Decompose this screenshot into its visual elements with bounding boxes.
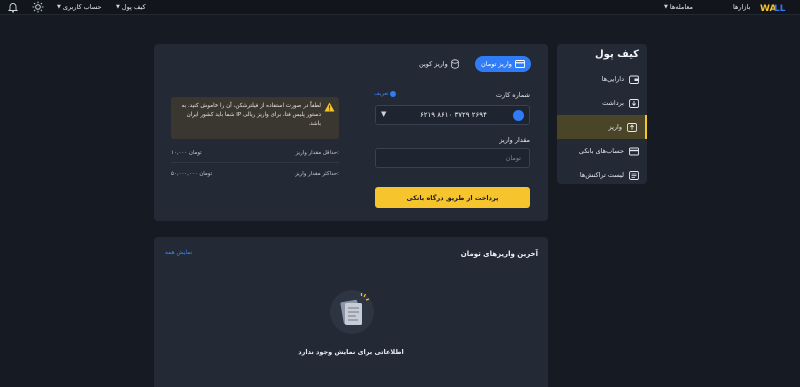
sidebar-item-label: لیست تراکنش‌ها	[579, 171, 624, 179]
vpn-warning-box: لطفاً در صورت استفاده از فیلترشکن، آن را…	[171, 97, 339, 139]
nav-trades-label: معامله‌ها	[669, 3, 693, 11]
amount-input[interactable]: تومان	[375, 148, 530, 168]
card-icon	[515, 60, 525, 68]
chevron-down-icon: ▼	[664, 4, 668, 10]
warning-text: لطفاً در صورت استفاده از فیلترشکن، آن را…	[181, 103, 321, 127]
wallet-icon	[629, 75, 639, 84]
warning-icon	[324, 102, 335, 112]
sidebar-title: کیف پول	[595, 49, 639, 60]
bell-icon[interactable]	[7, 1, 19, 13]
sidebar-item-bank-accounts[interactable]: حساب‌های بانکی	[557, 139, 647, 163]
empty-state-text: اطلاعاتی برای نمایش وجود ندارد	[298, 348, 404, 356]
tab-coin-deposit[interactable]: واریز کوین	[413, 56, 465, 72]
tab-toman-label: واریز تومان	[481, 60, 512, 68]
svg-text:LL: LL	[774, 4, 786, 13]
nav-wallet[interactable]: ▼ کیف پول	[116, 3, 146, 11]
chevron-down-icon: ▼	[116, 4, 120, 10]
bank-gateway-pay-button[interactable]: پرداخت از طریق درگاه بانکی	[375, 187, 530, 208]
tab-toman-deposit[interactable]: واریز تومان	[475, 56, 531, 72]
plus-icon	[390, 91, 397, 97]
list-icon	[629, 170, 639, 180]
sidebar-item-label: حساب‌های بانکی	[578, 147, 624, 155]
top-navigation-bar: WA LL بازارها ▼ معامله‌ها ▼ کیف پول ▼ حس…	[0, 0, 800, 15]
sidebar-item-label: دارایی‌ها	[601, 75, 624, 83]
empty-document-icon	[330, 290, 374, 334]
recent-deposits-title: آخرین واریزهای تومان	[460, 250, 538, 258]
nav-account[interactable]: ▼ حساب کاربری	[57, 3, 102, 11]
max-deposit-label: حداکثر مقدار واریز:	[295, 171, 339, 177]
define-card-label: تعریف	[374, 91, 389, 97]
sidebar-item-label: برداشت	[602, 99, 624, 107]
withdraw-icon	[629, 98, 639, 108]
sidebar-item-assets[interactable]: دارایی‌ها	[557, 67, 647, 91]
recent-deposits-panel: آخرین واریزهای تومان نمایش همه اطلاعاتی …	[154, 237, 548, 387]
card-number-label: شماره کارت	[495, 91, 530, 99]
coin-icon	[451, 59, 459, 69]
nav-trades[interactable]: ▼ معامله‌ها	[664, 3, 693, 11]
sidebar-item-transactions[interactable]: لیست تراکنش‌ها	[557, 163, 647, 187]
bank-card-icon	[629, 147, 639, 155]
sidebar-item-withdraw[interactable]: برداشت	[557, 91, 647, 115]
bank-logo-icon	[513, 110, 524, 121]
max-deposit-row: حداکثر مقدار واریز: ۵۰,۰۰۰,۰۰۰ تومان	[171, 171, 339, 181]
max-deposit-value: ۵۰,۰۰۰,۰۰۰ تومان	[171, 171, 213, 177]
card-number-value: ۶۲۱۹ ۸۶۱۰ ۳۷۲۹ ۲۶۹۴	[420, 111, 487, 119]
deposit-panel: واریز تومان واریز کوین شماره کارت تعریف …	[154, 44, 548, 221]
sidebar-item-deposit[interactable]: واریز	[557, 115, 647, 139]
sun-icon[interactable]	[32, 1, 44, 13]
min-deposit-row: حداقل مقدار واریز: ۱۰,۰۰۰ تومان	[171, 150, 339, 160]
amount-placeholder: تومان	[505, 154, 521, 162]
nav-markets-label: بازارها	[733, 3, 751, 11]
define-card-link[interactable]: تعریف	[374, 91, 397, 97]
divider	[171, 162, 339, 163]
tab-coin-label: واریز کوین	[419, 60, 448, 68]
chevron-down-icon: ▼	[381, 110, 387, 118]
wallex-logo[interactable]: WA LL	[760, 1, 790, 13]
min-deposit-label: حداقل مقدار واریز:	[295, 150, 339, 156]
show-all-link[interactable]: نمایش همه	[165, 250, 192, 256]
nav-account-label: حساب کاربری	[62, 3, 102, 11]
deposit-icon	[627, 122, 637, 132]
nav-wallet-label: کیف پول	[121, 3, 146, 11]
chevron-down-icon: ▼	[57, 4, 61, 10]
min-deposit-value: ۱۰,۰۰۰ تومان	[171, 150, 202, 156]
sidebar-item-label: واریز	[608, 123, 622, 131]
amount-label: مقدار واریز	[499, 136, 530, 144]
card-number-select[interactable]: ▼ ۶۲۱۹ ۸۶۱۰ ۳۷۲۹ ۲۶۹۴	[375, 105, 530, 125]
nav-markets[interactable]: بازارها	[733, 3, 750, 11]
wallet-sidebar: کیف پول دارایی‌ها برداشت واریز حساب‌های …	[557, 44, 647, 184]
